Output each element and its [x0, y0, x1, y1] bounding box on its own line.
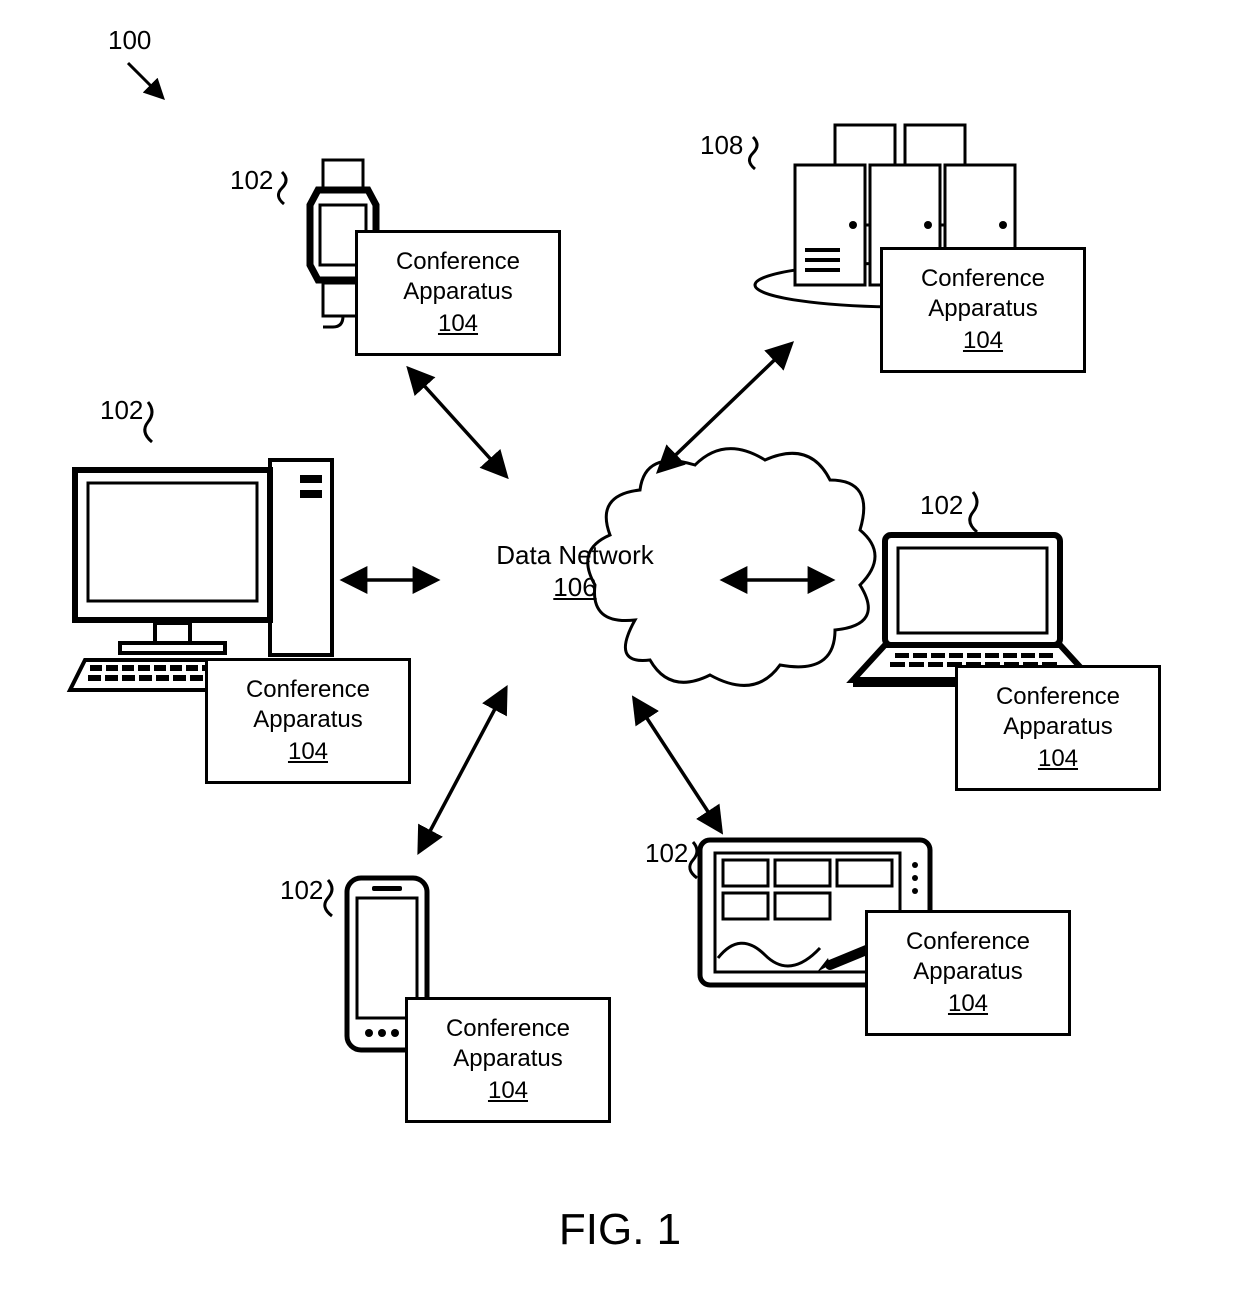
leader-tablet-icon	[675, 840, 715, 882]
diagram-stage: 100 Data Network 106	[0, 0, 1240, 1297]
box-laptop: Conference Apparatus 104	[955, 665, 1161, 791]
box-label: Conference Apparatus	[208, 675, 408, 735]
figure-caption: FIG. 1	[0, 1205, 1240, 1255]
box-label: Conference Apparatus	[868, 927, 1068, 987]
box-label: Conference Apparatus	[408, 1014, 608, 1074]
box-ref: 104	[288, 737, 328, 767]
box-tablet: Conference Apparatus 104	[865, 910, 1071, 1036]
box-ref: 104	[488, 1076, 528, 1106]
leader-watch-icon	[262, 170, 302, 210]
desktop-icon	[60, 435, 350, 695]
box-ref: 104	[1038, 744, 1078, 774]
box-label: Conference Apparatus	[358, 247, 558, 307]
box-servers: Conference Apparatus 104	[880, 247, 1086, 373]
box-watch: Conference Apparatus 104	[355, 230, 561, 356]
leader-laptop-icon	[955, 490, 995, 535]
leader-desktop-icon	[130, 400, 170, 445]
box-label: Conference Apparatus	[883, 264, 1083, 324]
leader-servers-icon	[735, 135, 775, 175]
box-label: Conference Apparatus	[958, 682, 1158, 742]
box-ref: 104	[948, 989, 988, 1019]
box-phone: Conference Apparatus 104	[405, 997, 611, 1123]
box-ref: 104	[963, 326, 1003, 356]
box-desktop: Conference Apparatus 104	[205, 658, 411, 784]
box-ref: 104	[438, 309, 478, 339]
leader-phone-icon	[310, 878, 350, 920]
